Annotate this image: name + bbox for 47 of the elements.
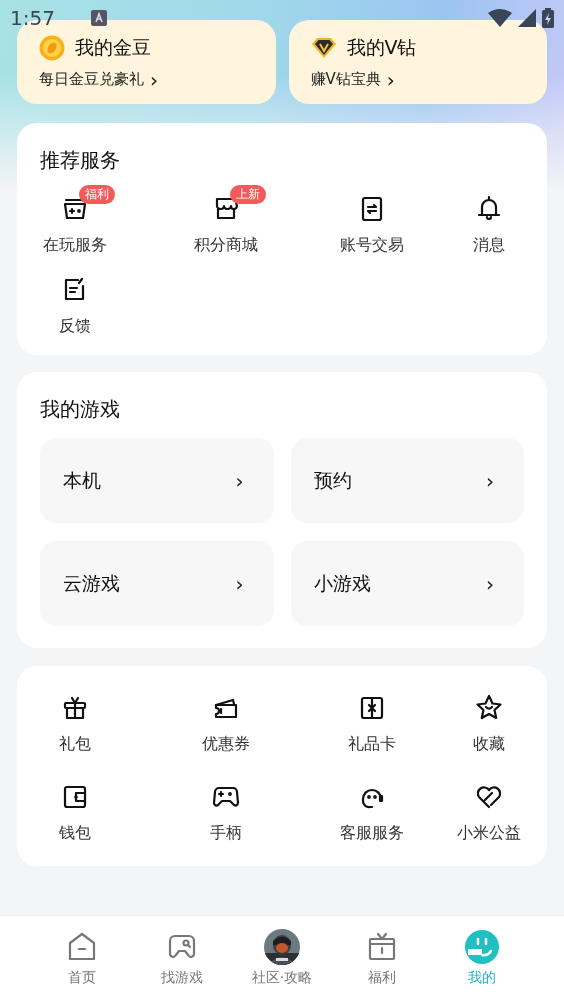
game-category-button[interactable]: 预约 › bbox=[290, 438, 524, 523]
game-category-button[interactable]: 小游戏 › bbox=[290, 541, 524, 626]
battery-icon bbox=[542, 8, 554, 28]
game-category-label: 预约 bbox=[313, 467, 352, 493]
chevron-icon: › bbox=[486, 571, 494, 596]
smile-badge-icon bbox=[464, 929, 500, 965]
tool-item[interactable]: 收藏 bbox=[473, 734, 505, 755]
chevron-icon: › bbox=[386, 70, 395, 89]
coin-icon bbox=[39, 35, 65, 61]
service-item[interactable]: 账号交易 bbox=[340, 235, 404, 256]
tool-item[interactable]: 礼包 bbox=[59, 734, 91, 755]
nav-tab[interactable]: 福利 bbox=[332, 929, 432, 1002]
tool-item[interactable]: 钱包 bbox=[59, 823, 91, 844]
keyboard-icon bbox=[90, 10, 107, 26]
game-category-button[interactable]: 本机 › bbox=[40, 438, 274, 523]
service-item[interactable]: 在玩服务 bbox=[43, 235, 107, 256]
wallet-link: 赚V钻宝典 bbox=[310, 70, 381, 89]
nav-tab[interactable]: 找游戏 bbox=[132, 929, 232, 1002]
tool-item[interactable]: 礼品卡 bbox=[348, 734, 396, 755]
tool-item[interactable]: 优惠券 bbox=[202, 734, 250, 755]
game-category-label: 云游戏 bbox=[63, 570, 120, 596]
section-title: 我的游戏 bbox=[40, 396, 121, 423]
chevron-icon: › bbox=[235, 571, 244, 596]
chevron-icon: › bbox=[150, 70, 158, 89]
tool-item[interactable]: 手柄 bbox=[210, 823, 242, 844]
wifi-icon bbox=[488, 9, 512, 27]
tool-item[interactable]: 小米公益 bbox=[457, 823, 521, 844]
diamond-icon bbox=[310, 37, 337, 59]
chevron-icon: › bbox=[235, 468, 244, 493]
section-title: 推荐服务 bbox=[40, 147, 121, 174]
service-item[interactable]: 积分商城 bbox=[194, 235, 258, 256]
signal-icon bbox=[518, 9, 536, 27]
badge: 上新 bbox=[230, 185, 266, 204]
wallet-title: 我的金豆 bbox=[75, 35, 151, 60]
service-item[interactable]: 消息 bbox=[473, 235, 505, 256]
nav-tab[interactable]: 社区·攻略 bbox=[232, 929, 332, 1002]
wallet-card[interactable]: 我的V钻 赚V钻宝典 › bbox=[288, 20, 547, 104]
tool-item[interactable]: 客服服务 bbox=[340, 823, 404, 844]
wallet-link: 每日金豆兑豪礼 bbox=[39, 70, 144, 89]
game-category-button[interactable]: 云游戏 › bbox=[40, 541, 274, 626]
game-category-label: 本机 bbox=[63, 467, 101, 493]
wallet-title: 我的V钻 bbox=[346, 35, 417, 60]
badge: 福利 bbox=[79, 185, 115, 204]
chevron-icon: › bbox=[486, 468, 494, 493]
nav-tab[interactable]: 首页 bbox=[32, 929, 132, 1002]
service-item[interactable]: 反馈 bbox=[59, 316, 91, 337]
game-category-label: 小游戏 bbox=[313, 570, 371, 596]
